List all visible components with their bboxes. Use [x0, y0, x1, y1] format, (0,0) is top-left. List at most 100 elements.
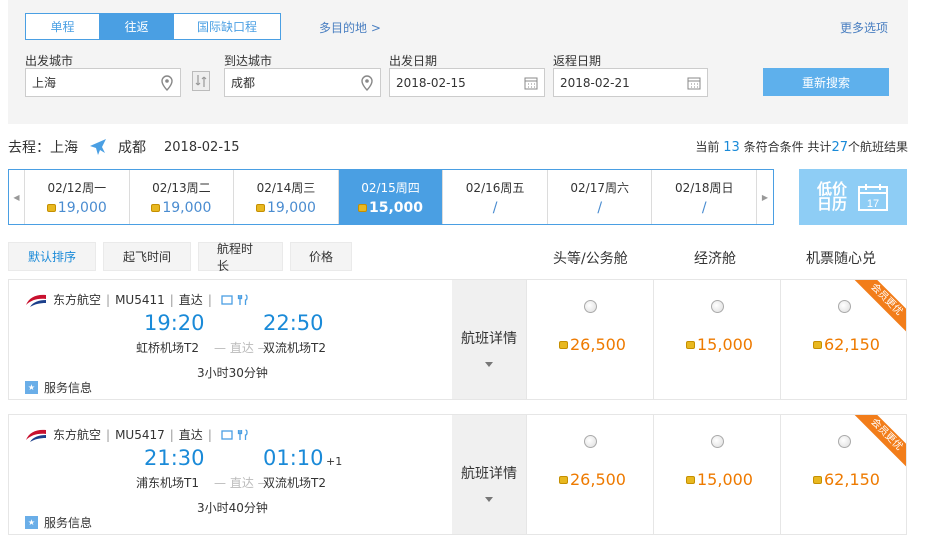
cabin-price: 62,150 [813, 470, 880, 489]
date-cell-price-value: 19,000 [57, 199, 107, 216]
flight-details-button[interactable]: 航班详情 [452, 415, 526, 534]
coin-icon [813, 475, 822, 484]
separator: | [169, 292, 174, 307]
coin-icon [686, 340, 695, 349]
date-cells: 02/12周一 19,000 02/13周二 19,000 02/14周三 19,000 0… [25, 170, 758, 224]
separator: | [106, 292, 111, 307]
depart-date-field[interactable]: 2018-02-15 [389, 68, 545, 97]
cabin-points: 会员更优 62,150 [780, 280, 906, 399]
date-cell[interactable]: 02/15周四 15,000 [338, 170, 444, 224]
cabin-radio[interactable] [584, 300, 597, 313]
coin-icon [813, 340, 822, 349]
sort-duration[interactable]: 航程时长 [198, 242, 283, 273]
route-destination: 成都 [118, 140, 146, 156]
sort-default[interactable]: 默认排序 [8, 242, 96, 271]
date-cell-price-value: / [701, 199, 707, 216]
direct-indicator: — 直达 — [214, 341, 270, 355]
prev-week-button[interactable]: ◀ [9, 170, 25, 224]
from-city-field[interactable]: 上海 [25, 68, 181, 97]
next-week-button[interactable]: ▶ [757, 170, 773, 224]
date-cell-price: 19,000 [151, 200, 211, 216]
meal-screen-icon [221, 294, 233, 305]
separator: | [207, 427, 212, 442]
service-info-label: 服务信息 [44, 516, 93, 530]
flight-row: 东方航空 | MU5417 | 直达 | 21:30 01:10 +1 浦东机场T1— 直达 — 双… [8, 414, 907, 535]
date-cell[interactable]: 02/14周三 19,000 [234, 170, 339, 224]
tab-open-jaw[interactable]: 国际缺口程 [173, 14, 280, 39]
cabin-first-business: 26,500 [526, 280, 653, 399]
result-count-mid: 条符合条件 共计 [743, 140, 832, 154]
to-city-field[interactable]: 成都 [224, 68, 381, 97]
date-cell-price: / [493, 200, 498, 216]
coin-icon [358, 203, 367, 212]
result-count-total: 27 [831, 140, 848, 155]
date-cell[interactable]: 02/12周一 19,000 [25, 170, 130, 224]
trip-type-tabs: 单程 往返 国际缺口程 [25, 13, 281, 40]
date-cell-date: 02/12周一 [47, 180, 107, 195]
cabin-radio[interactable] [711, 300, 724, 313]
swap-cities-button[interactable] [192, 71, 210, 91]
star-icon: ★ [25, 381, 38, 394]
cabin-radio[interactable] [584, 435, 597, 448]
date-cell-price: 15,000 [358, 200, 423, 216]
airline-name: 东方航空 [53, 293, 102, 307]
service-info-link[interactable]: ★ 服务信息 [25, 514, 92, 531]
cabin-price-value: 26,500 [570, 470, 626, 489]
cabin-radio[interactable] [838, 300, 851, 313]
route-date: 2018-02-15 [164, 139, 240, 155]
cabin-price-value: 15,000 [697, 335, 753, 354]
calendar-day: 17 [867, 198, 879, 210]
cabin-price-value: 62,150 [824, 470, 880, 489]
date-cell-price: 19,000 [46, 199, 107, 216]
date-cell-price: / [597, 200, 602, 216]
flight-type: 直达 [178, 428, 203, 442]
date-cell[interactable]: 02/17周六 / [548, 170, 653, 224]
separator: | [106, 427, 111, 442]
cabin-radio[interactable] [838, 435, 851, 448]
flight-details-label: 航班详情 [461, 331, 517, 347]
date-cell-price-value: 15,000 [369, 199, 424, 216]
sort-departure-time[interactable]: 起飞时间 [103, 242, 191, 271]
direct-indicator: — 直达 — [214, 476, 270, 490]
location-pin-icon [161, 75, 173, 91]
flight-duration: 3小时40分钟 [197, 501, 268, 515]
low-price-calendar-label: 低价日历 [817, 180, 848, 213]
date-cell-date: 02/17周六 [570, 180, 629, 195]
cabin-price-value: 15,000 [697, 470, 753, 489]
caret-down-icon [485, 497, 493, 502]
date-cell-price-value: / [597, 199, 603, 216]
flight-duration: 3小时30分钟 [197, 366, 268, 380]
date-cell[interactable]: 02/16周五 / [443, 170, 548, 224]
return-date-field[interactable]: 2018-02-21 [553, 68, 708, 97]
flight-details-button[interactable]: 航班详情 [452, 280, 526, 399]
more-options-link[interactable]: 更多选项 [840, 19, 888, 36]
low-price-calendar-button[interactable]: 低价日历 17 [799, 169, 907, 225]
service-info-link[interactable]: ★ 服务信息 [25, 379, 92, 396]
fork-knife-icon [237, 293, 248, 305]
cabin-economy: 15,000 [653, 280, 780, 399]
date-cell-date: 02/18周日 [674, 180, 734, 195]
sort-price[interactable]: 价格 [290, 242, 352, 271]
to-city-value: 成都 [231, 76, 256, 90]
arrival-airport: 双流机场T2 [263, 341, 326, 355]
re-search-button[interactable]: 重新搜索 [763, 68, 889, 96]
date-cell[interactable]: 02/13周二 19,000 [130, 170, 235, 224]
cabin-price: 15,000 [686, 335, 753, 354]
tab-one-way[interactable]: 单程 [26, 14, 99, 39]
date-cell-price: / [702, 200, 707, 216]
location-pin-icon [361, 75, 373, 91]
departure-time: 19:20 [144, 311, 205, 335]
sort-bar: 默认排序 起飞时间 航程时长 价格 [8, 242, 352, 273]
flight-row: 东方航空 | MU5411 | 直达 | 19:20 22:50 虹桥机场T2— 直达 — 双流机… [8, 279, 907, 400]
airline-line: 东方航空 | MU5411 | 直达 | [25, 291, 249, 308]
coin-icon [151, 203, 161, 212]
coin-icon [559, 475, 568, 484]
multi-city-link[interactable]: 多目的地 > [319, 19, 381, 36]
date-cell-price-value: / [492, 199, 498, 216]
depart-date-label: 出发日期 [389, 54, 438, 68]
tab-round-trip[interactable]: 往返 [99, 14, 174, 39]
airline-line: 东方航空 | MU5417 | 直达 | [25, 426, 249, 443]
date-cell[interactable]: 02/18周日 / [652, 170, 758, 224]
cabin-radio[interactable] [711, 435, 724, 448]
cabin-price: 26,500 [559, 470, 626, 489]
